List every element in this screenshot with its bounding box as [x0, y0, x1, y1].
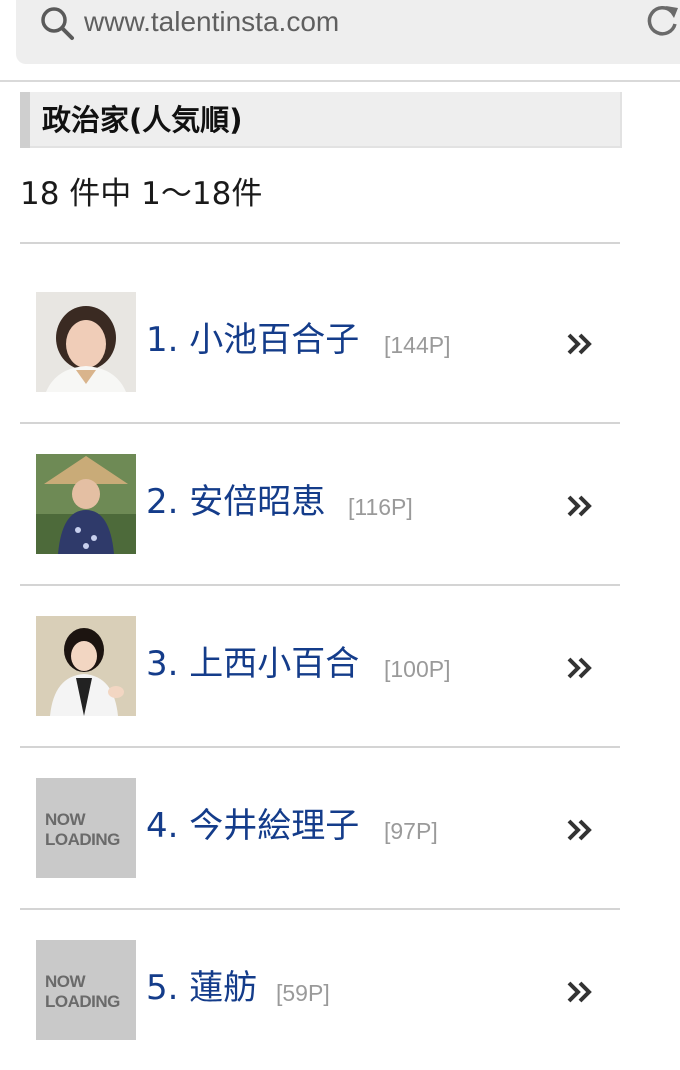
- reload-icon[interactable]: [644, 2, 680, 40]
- list-item[interactable]: NOW LOADING 5. 蓮舫 [59P]: [20, 910, 620, 1070]
- thumbnail-photo: [36, 292, 136, 392]
- double-chevron-right-icon[interactable]: [566, 654, 594, 682]
- thumbnail-photo: [36, 454, 136, 554]
- item-name[interactable]: 5. 蓮舫: [146, 966, 257, 1010]
- browser-toolbar: www.talentinsta.com: [0, 0, 680, 82]
- placeholder-line: NOW: [45, 810, 86, 829]
- list-item[interactable]: 3. 上西小百合 [100P]: [20, 586, 620, 746]
- thumbnail-photo: [36, 616, 136, 716]
- url-text[interactable]: www.talentinsta.com: [84, 4, 339, 40]
- double-chevron-right-icon[interactable]: [566, 816, 594, 844]
- placeholder-line: NOW: [45, 972, 86, 991]
- list-item[interactable]: 1. 小池百合子 [144P]: [20, 262, 620, 422]
- item-name[interactable]: 3. 上西小百合: [146, 642, 359, 686]
- list-item[interactable]: 2. 安倍昭恵 [116P]: [20, 424, 620, 584]
- item-page-count: [116P]: [348, 494, 413, 520]
- item-name[interactable]: 2. 安倍昭恵: [146, 480, 325, 524]
- double-chevron-right-icon[interactable]: [566, 978, 594, 1006]
- category-title: 政治家(人気順): [42, 103, 243, 137]
- double-chevron-right-icon[interactable]: [566, 492, 594, 520]
- item-page-count: [59P]: [276, 980, 330, 1006]
- divider: [20, 242, 620, 244]
- item-page-count: [97P]: [384, 818, 438, 844]
- item-name[interactable]: 1. 小池百合子: [146, 318, 359, 362]
- thumbnail-placeholder: NOW LOADING: [36, 940, 136, 1040]
- result-count: 18 件中 1〜18件: [20, 176, 263, 212]
- search-icon[interactable]: [38, 4, 76, 42]
- placeholder-line: LOADING: [45, 830, 120, 849]
- thumbnail-placeholder: NOW LOADING: [36, 778, 136, 878]
- item-name[interactable]: 4. 今井絵理子: [146, 804, 359, 848]
- header-accent-bar: [20, 92, 30, 148]
- list-item[interactable]: NOW LOADING 4. 今井絵理子 [97P]: [20, 748, 620, 908]
- placeholder-line: LOADING: [45, 992, 120, 1011]
- double-chevron-right-icon[interactable]: [566, 330, 594, 358]
- category-header: 政治家(人気順): [20, 92, 622, 148]
- item-page-count: [100P]: [384, 656, 451, 682]
- item-page-count: [144P]: [384, 332, 451, 358]
